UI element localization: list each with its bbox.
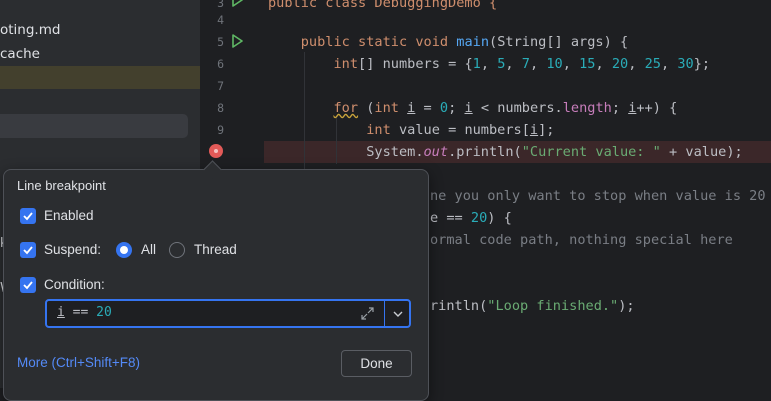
side-panel-field[interactable] bbox=[0, 114, 188, 138]
code-line: public class DebuggingDemo { bbox=[268, 0, 498, 11]
code-comment: ormal code path, nothing special here bbox=[430, 232, 733, 248]
suspend-thread-radio[interactable] bbox=[169, 242, 185, 258]
condition-expression[interactable]: i == 20 bbox=[57, 303, 112, 323]
line-number: 5 bbox=[217, 35, 224, 49]
popup-title: Line breakpoint bbox=[17, 178, 106, 193]
check-icon bbox=[23, 246, 33, 255]
check-icon bbox=[23, 212, 33, 221]
breakpoint-condition-icon bbox=[214, 149, 218, 153]
line-number: 7 bbox=[217, 79, 224, 93]
code-line: public static void main(String[] args) { bbox=[300, 34, 629, 50]
condition-checkbox[interactable] bbox=[20, 277, 36, 293]
tree-item[interactable]: cache bbox=[0, 43, 200, 65]
condition-separator bbox=[384, 301, 385, 326]
condition-label[interactable]: Condition: bbox=[44, 277, 105, 292]
line-number: 8 bbox=[217, 101, 224, 115]
line-number: 9 bbox=[217, 123, 224, 137]
expand-icon[interactable] bbox=[360, 306, 375, 321]
code-line: int[] numbers = {1, 5, 7, 10, 15, 20, 25… bbox=[333, 56, 711, 72]
suspend-thread-label[interactable]: Thread bbox=[194, 242, 237, 257]
suspend-all-label[interactable]: All bbox=[141, 242, 156, 257]
enabled-label[interactable]: Enabled bbox=[44, 208, 94, 223]
done-button[interactable]: Done bbox=[341, 350, 412, 377]
tree-item[interactable]: oting.md bbox=[0, 19, 200, 41]
tree-item-selected[interactable] bbox=[0, 66, 200, 89]
more-options-link[interactable]: More (Ctrl+Shift+F8) bbox=[17, 355, 140, 370]
suspend-checkbox[interactable] bbox=[20, 242, 36, 258]
enabled-checkbox[interactable] bbox=[20, 208, 36, 224]
suspend-label[interactable]: Suspend: bbox=[44, 242, 101, 257]
code-line: System.out.println("Current value: " + v… bbox=[268, 144, 743, 160]
code-line: rintln("Loop finished."); bbox=[430, 298, 635, 314]
run-icon[interactable] bbox=[230, 0, 244, 7]
line-number: 4 bbox=[217, 13, 224, 27]
code-line: for (int i = 0; i < numbers.length; i++)… bbox=[333, 100, 678, 116]
check-icon bbox=[23, 281, 33, 290]
line-number: 6 bbox=[217, 57, 224, 71]
code-line: e == 20) { bbox=[430, 210, 512, 226]
run-icon[interactable] bbox=[230, 34, 244, 48]
code-comment: ne you only want to stop when value is 2… bbox=[430, 188, 766, 204]
suspend-all-radio[interactable] bbox=[116, 242, 132, 258]
chevron-down-icon[interactable] bbox=[392, 309, 404, 319]
code-line: int value = numbers[i]; bbox=[366, 122, 555, 138]
